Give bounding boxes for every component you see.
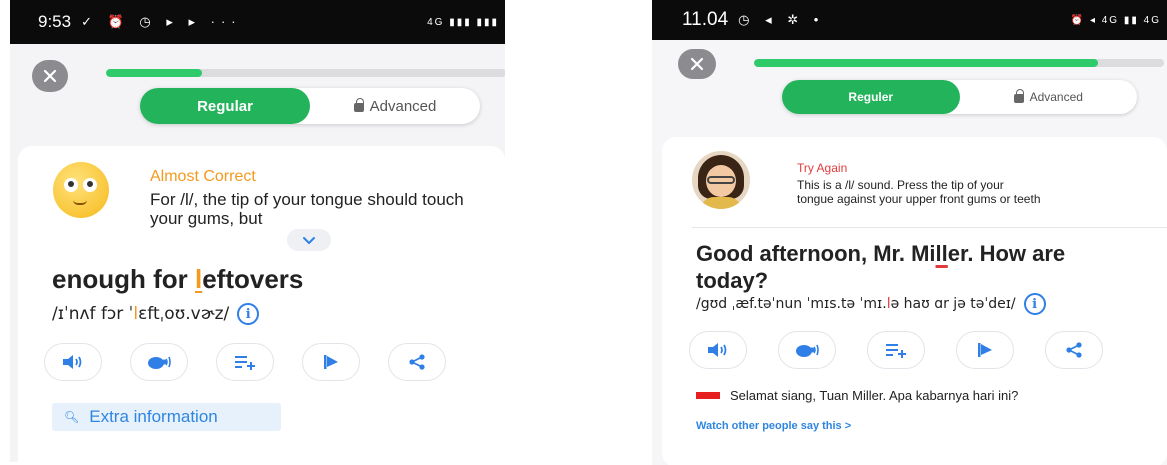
playlist-add-icon bbox=[886, 344, 906, 358]
action-buttons bbox=[689, 331, 1103, 369]
report-flag-button[interactable] bbox=[302, 343, 360, 381]
close-button[interactable] bbox=[678, 49, 716, 79]
practice-phrase: Good afternoon, Mr. Miller. How are toda… bbox=[696, 241, 1066, 293]
language-flag-icon bbox=[696, 392, 720, 399]
divider bbox=[692, 227, 1167, 228]
status-icons: ✓ ⏰ ◷ ▸ ▸ ··· bbox=[81, 14, 242, 29]
play-audio-button[interactable] bbox=[689, 331, 747, 369]
tutor-avatar bbox=[692, 151, 750, 209]
add-to-list-button[interactable] bbox=[216, 343, 274, 381]
expand-feedback-button[interactable] bbox=[287, 229, 331, 251]
playlist-add-icon bbox=[235, 356, 255, 370]
signal-icons: 4G ▮▮▮ ▮▮▮ bbox=[427, 16, 499, 28]
advanced-mode-tab[interactable]: Advanced bbox=[310, 88, 480, 124]
action-buttons bbox=[44, 343, 446, 381]
progress-fill bbox=[754, 59, 1099, 67]
share-icon bbox=[1066, 342, 1082, 358]
share-icon bbox=[409, 354, 425, 370]
status-bar: 11.04 ◷ ◂ ✲ • ⏰ ◂ 4G ▮▮ 4G bbox=[652, 0, 1167, 40]
speaker-icon bbox=[708, 343, 727, 357]
feedback-message: This is a /l/ sound. Press the tip of yo… bbox=[797, 178, 1041, 206]
progress-fill bbox=[106, 69, 202, 77]
highlighted-sound: ll bbox=[935, 241, 948, 266]
regular-mode-tab[interactable]: Regular bbox=[140, 88, 310, 124]
status-time: 11.04 bbox=[682, 9, 729, 30]
advanced-label: Advanced bbox=[1029, 90, 1083, 104]
phonetic-transcription: /gʊd ˌæf.təˈnun ˈmɪs.tə ˈmɪ.lə haʊ ɑr jə… bbox=[696, 293, 1046, 315]
flag-icon bbox=[978, 343, 992, 357]
right-phone-screen: 11.04 ◷ ◂ ✲ • ⏰ ◂ 4G ▮▮ 4G Reguler Advan… bbox=[652, 0, 1167, 465]
mode-toggle: Regular Advanced bbox=[140, 88, 480, 124]
translation-row: Selamat siang, Tuan Miller. Apa kabarnya… bbox=[696, 388, 1018, 403]
mode-toggle: Reguler Advanced bbox=[782, 80, 1137, 114]
add-to-list-button[interactable] bbox=[867, 331, 925, 369]
share-button[interactable] bbox=[388, 343, 446, 381]
close-icon bbox=[690, 57, 704, 71]
search-icon: 🔍︎ bbox=[64, 410, 80, 424]
lock-icon bbox=[353, 97, 364, 112]
status-icons: ◷ ◂ ✲ • bbox=[738, 12, 825, 27]
info-icon[interactable]: i bbox=[237, 303, 260, 325]
status-bar: 9:53 ✓ ⏰ ◷ ▸ ▸ ··· 4G ▮▮▮ ▮▮▮ bbox=[10, 0, 505, 44]
confused-face-icon bbox=[53, 162, 109, 218]
lesson-progress-bar bbox=[106, 69, 505, 77]
share-button[interactable] bbox=[1045, 331, 1103, 369]
lock-icon bbox=[1013, 88, 1024, 103]
close-button[interactable] bbox=[32, 60, 68, 92]
regular-mode-tab[interactable]: Reguler bbox=[782, 80, 960, 114]
feedback-title: Almost Correct bbox=[150, 168, 256, 185]
play-slow-button[interactable] bbox=[130, 343, 188, 381]
extra-information-label: Extra information bbox=[89, 407, 218, 426]
chevron-down-icon bbox=[303, 236, 315, 244]
phonetic-transcription: /ɪˈnʌf fɔr ˈlɛftˌoʊ.vɚz/i bbox=[52, 303, 260, 325]
turtle-icon bbox=[796, 344, 819, 357]
feedback-message: For /l/, the tip of your tongue should t… bbox=[150, 190, 464, 228]
play-audio-button[interactable] bbox=[44, 343, 102, 381]
feedback-title: Try Again bbox=[797, 161, 848, 175]
turtle-icon bbox=[148, 356, 171, 369]
extra-information-button[interactable]: 🔍︎ Extra information bbox=[52, 403, 281, 431]
advanced-label: Advanced bbox=[369, 97, 437, 115]
advanced-mode-tab[interactable]: Advanced bbox=[960, 80, 1138, 114]
translation-text: Selamat siang, Tuan Miller. Apa kabarnya… bbox=[730, 388, 1019, 403]
info-icon[interactable]: i bbox=[1023, 293, 1046, 315]
close-icon bbox=[43, 69, 57, 83]
left-phone-screen: 9:53 ✓ ⏰ ◷ ▸ ▸ ··· 4G ▮▮▮ ▮▮▮ Regular Ad… bbox=[10, 0, 505, 462]
speaker-icon bbox=[63, 355, 82, 369]
practice-phrase: enough for leftovers bbox=[52, 264, 304, 294]
report-flag-button[interactable] bbox=[956, 331, 1014, 369]
flag-icon bbox=[324, 355, 338, 369]
play-slow-button[interactable] bbox=[778, 331, 836, 369]
watch-others-link[interactable]: Watch other people say this > bbox=[696, 420, 851, 432]
signal-icons: ⏰ ◂ 4G ▮▮ 4G bbox=[1070, 14, 1161, 26]
status-time: 9:53 bbox=[38, 12, 72, 31]
lesson-progress-bar bbox=[754, 59, 1164, 67]
